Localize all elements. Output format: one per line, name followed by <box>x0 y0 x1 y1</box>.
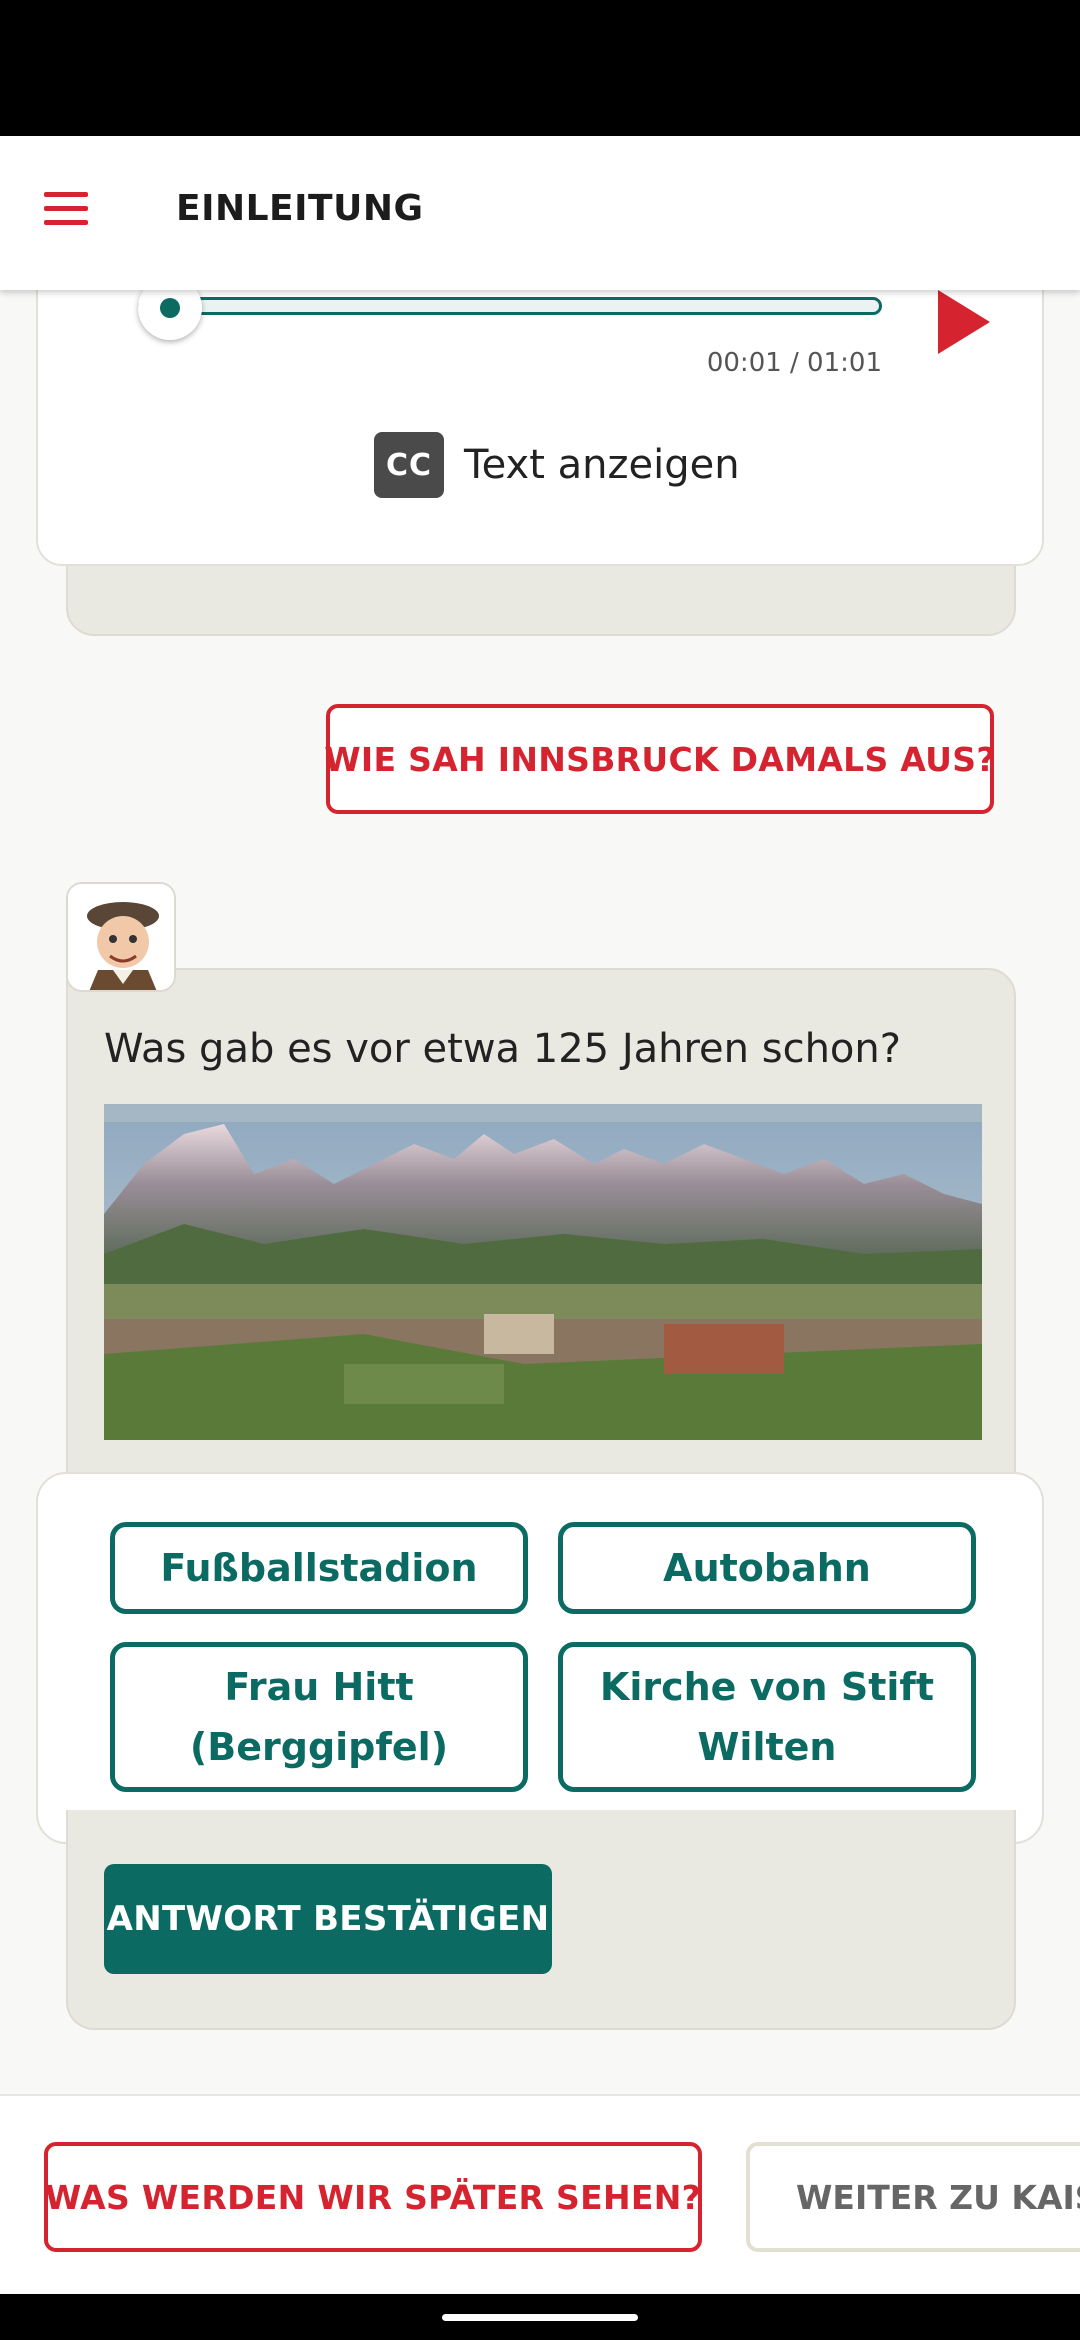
home-handle[interactable] <box>442 2314 638 2321</box>
menu-icon[interactable] <box>36 180 96 240</box>
continue-button[interactable]: WEITER ZU KAISER <box>746 2142 1080 2252</box>
question-text: Was gab es vor etwa 125 Jahren schon? <box>104 1026 901 1072</box>
reply-button-innsbruck[interactable]: WIE SAH INNSBRUCK DAMALS AUS? <box>324 704 995 814</box>
later-button[interactable]: WAS WERDEN WIR SPÄTER SEHEN? <box>44 2142 702 2252</box>
answer-option-4[interactable]: Kirche von Stift Wilten <box>558 1642 976 1792</box>
audio-progress-track[interactable] <box>138 297 882 315</box>
app-bar: EINLEITUNG <box>0 136 1080 290</box>
chat-content: 00:01 / 01:01 CC Text anzeigen WIE SAH I… <box>0 276 1080 2090</box>
confirm-answer-button[interactable]: ANTWORT BESTÄTIGEN <box>104 1864 552 1974</box>
play-icon[interactable] <box>918 282 1008 372</box>
show-text-toggle[interactable]: CC Text anzeigen <box>374 432 740 498</box>
panorama-image <box>104 1104 982 1440</box>
answer-option-1[interactable]: Fußballstadion <box>110 1522 528 1614</box>
status-bar <box>0 0 1080 136</box>
system-nav-bar <box>0 2294 1080 2340</box>
audio-time: 00:01 / 01:01 <box>706 348 882 378</box>
answer-options: Fußballstadion Autobahn Frau Hitt (Bergg… <box>36 1472 1044 1844</box>
audio-player: 00:01 / 01:01 CC Text anzeigen <box>36 276 1044 566</box>
page-title: EINLEITUNG <box>176 188 424 229</box>
bottom-action-bar: WAS WERDEN WIR SPÄTER SEHEN? WEITER ZU K… <box>0 2094 1080 2294</box>
answer-option-2[interactable]: Autobahn <box>558 1522 976 1614</box>
cc-icon: CC <box>374 432 444 498</box>
show-text-label: Text anzeigen <box>464 442 740 488</box>
avatar <box>66 882 176 992</box>
answer-option-3[interactable]: Frau Hitt (Berggipfel) <box>110 1642 528 1792</box>
confirm-bubble: ANTWORT BESTÄTIGEN <box>66 1810 1016 2030</box>
